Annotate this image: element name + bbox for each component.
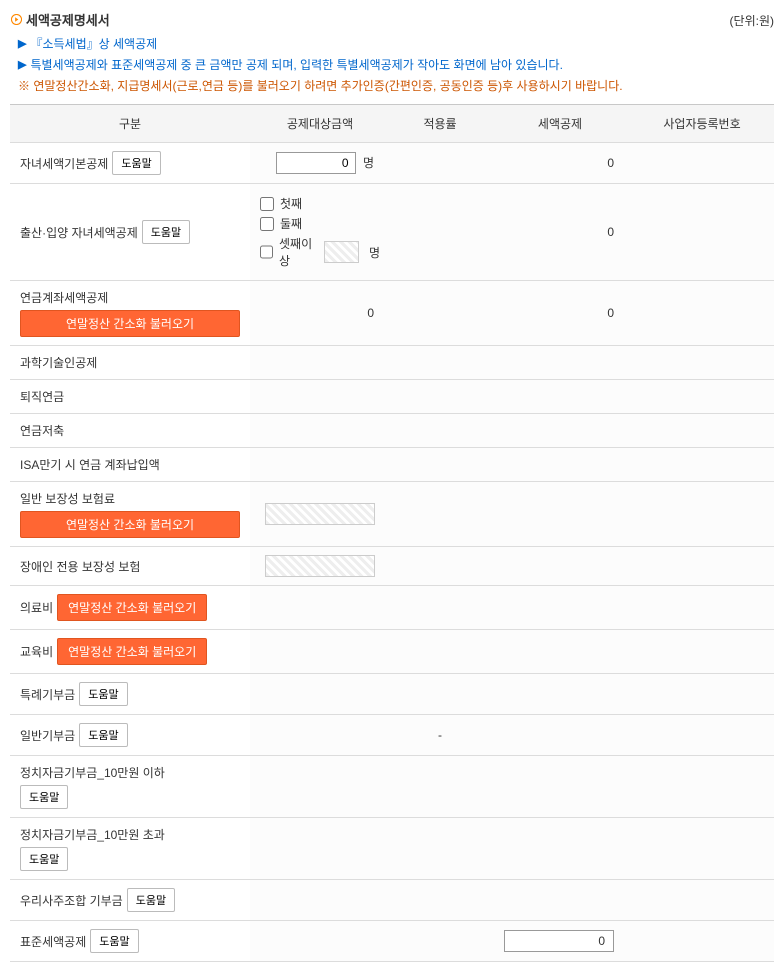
- row-label: 장애인 전용 보장성 보험: [20, 560, 140, 574]
- table-row: 퇴직연금: [10, 380, 774, 414]
- table-row: 장애인 전용 보장성 보험: [10, 547, 774, 586]
- section-title: 세액공제명세서: [26, 10, 110, 29]
- th-bizno: 사업자등록번호: [630, 105, 774, 143]
- table-row: 의료비 연말정산 간소화 불러오기: [10, 586, 774, 630]
- unit-suffix: 명: [363, 156, 374, 170]
- help-button[interactable]: 도움말: [20, 847, 68, 871]
- table-row: 연금저축: [10, 414, 774, 448]
- bullet-icon: [10, 14, 22, 26]
- help-button[interactable]: 도움말: [20, 785, 68, 809]
- table-row: ISA만기 시 연금 계좌납입액: [10, 448, 774, 482]
- amount-value: 0: [250, 281, 390, 346]
- checkbox-label: 첫째: [280, 195, 302, 212]
- deduction-value: 0: [490, 184, 630, 281]
- table-row: 우리사주조합 기부금 도움말: [10, 880, 774, 921]
- load-button[interactable]: 연말정산 간소화 불러오기: [20, 511, 240, 538]
- row-label: 의료비: [20, 599, 53, 616]
- disabled-input: [265, 503, 375, 525]
- row-label: 퇴직연금: [20, 390, 64, 404]
- unit-suffix: 명: [369, 244, 380, 261]
- row-label: 과학기술인공제: [20, 356, 97, 370]
- deduction-table: 구분 공제대상금액 적용률 세액공제 사업자등록번호 자녀세액기본공제 도움말 …: [10, 104, 774, 962]
- info-line-2: 특별세액공제와 표준세액공제 중 큰 금액만 공제 되며, 입력한 특별세액공제…: [30, 56, 562, 73]
- row-label: ISA만기 시 연금 계좌납입액: [20, 458, 160, 472]
- help-button[interactable]: 도움말: [112, 151, 160, 175]
- th-rate: 적용률: [390, 105, 490, 143]
- standard-deduction-output: 0: [504, 930, 614, 952]
- checkbox-second[interactable]: [260, 217, 274, 231]
- row-label: 정치자금기부금_10만원 이하: [20, 764, 165, 781]
- disabled-input: [324, 241, 359, 263]
- deduction-value: 0: [490, 281, 630, 346]
- arrow-icon: ▶: [18, 58, 26, 71]
- row-label: 우리사주조합 기부금: [20, 892, 123, 909]
- th-gubun: 구분: [10, 105, 250, 143]
- table-row: 정치자금기부금_10만원 이하 도움말: [10, 756, 774, 818]
- row-label: 출산·입양 자녀세액공제: [20, 224, 138, 241]
- load-button[interactable]: 연말정산 간소화 불러오기: [57, 638, 207, 665]
- row-label: 표준세액공제: [20, 933, 86, 950]
- load-button[interactable]: 연말정산 간소화 불러오기: [57, 594, 207, 621]
- warning-line: ※ 연말정산간소화, 지급명세서(근로,연금 등)를 불러오기 하려면 추가인증…: [10, 77, 774, 94]
- row-label: 연금저축: [20, 424, 64, 438]
- th-amount: 공제대상금액: [250, 105, 390, 143]
- deduction-value: 0: [490, 143, 630, 184]
- row-label: 연금계좌세액공제: [20, 289, 240, 306]
- row-label: 정치자금기부금_10만원 초과: [20, 826, 165, 843]
- row-label: 일반기부금: [20, 727, 75, 744]
- row-label: 자녀세액기본공제: [20, 155, 108, 172]
- th-deduction: 세액공제: [490, 105, 630, 143]
- table-row: 자녀세액기본공제 도움말 명 0: [10, 143, 774, 184]
- help-button[interactable]: 도움말: [79, 682, 127, 706]
- row-label: 일반 보장성 보험료: [20, 490, 240, 507]
- checkbox-label: 둘째: [280, 215, 302, 232]
- rate-value: -: [390, 715, 490, 756]
- table-row: 정치자금기부금_10만원 초과 도움말: [10, 818, 774, 880]
- child-count-input[interactable]: [276, 152, 356, 174]
- table-row: 교육비 연말정산 간소화 불러오기: [10, 630, 774, 674]
- info-line-1: 『소득세법』상 세액공제: [30, 35, 157, 52]
- help-button[interactable]: 도움말: [79, 723, 127, 747]
- help-button[interactable]: 도움말: [142, 220, 190, 244]
- table-row: 표준세액공제 도움말 0: [10, 921, 774, 962]
- row-label: 특례기부금: [20, 686, 75, 703]
- table-row: 일반 보장성 보험료 연말정산 간소화 불러오기: [10, 482, 774, 547]
- unit-label: (단위:원): [730, 12, 774, 29]
- arrow-icon: ▶: [18, 37, 26, 50]
- table-row: 일반기부금 도움말 -: [10, 715, 774, 756]
- checkbox-label: 셋째이상: [279, 235, 318, 269]
- table-row: 출산·입양 자녀세액공제 도움말 첫째 둘째 셋째이상 명: [10, 184, 774, 281]
- row-label: 교육비: [20, 643, 53, 660]
- checkbox-third-plus[interactable]: [260, 245, 273, 259]
- table-row: 특례기부금 도움말: [10, 674, 774, 715]
- table-row: 과학기술인공제: [10, 346, 774, 380]
- load-button[interactable]: 연말정산 간소화 불러오기: [20, 310, 240, 337]
- disabled-input: [265, 555, 375, 577]
- help-button[interactable]: 도움말: [127, 888, 175, 912]
- help-button[interactable]: 도움말: [90, 929, 138, 953]
- table-row: 연금계좌세액공제 연말정산 간소화 불러오기 0 0: [10, 281, 774, 346]
- checkbox-first[interactable]: [260, 197, 274, 211]
